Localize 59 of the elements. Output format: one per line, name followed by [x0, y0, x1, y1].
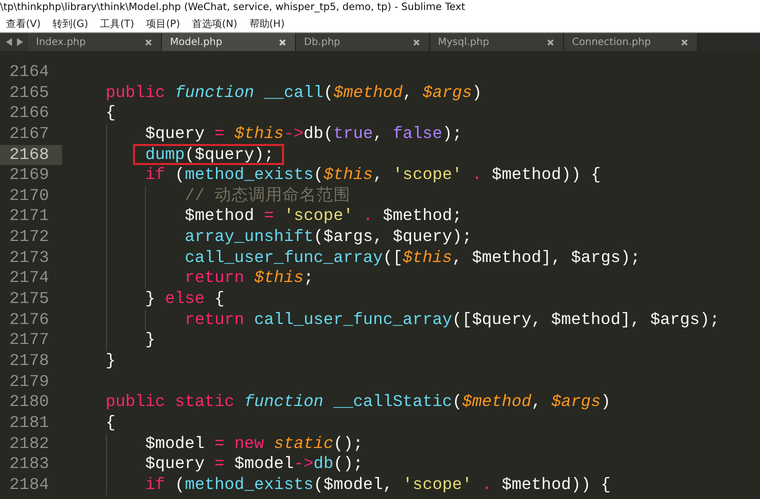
- line-number: 2164: [9, 62, 49, 81]
- code-line: {: [106, 412, 116, 432]
- tab[interactable]: Db.php: [296, 33, 430, 51]
- menu-item[interactable]: 转到(G): [52, 16, 88, 30]
- line-number: 2180: [9, 392, 49, 412]
- line-number: 2175: [9, 289, 49, 308]
- left-arrow-icon[interactable]: [6, 38, 12, 46]
- menu-item[interactable]: 帮助(H): [249, 16, 285, 30]
- line-number: 2165: [9, 82, 49, 102]
- line-number: 2183: [9, 454, 49, 474]
- code-line: return $this;: [184, 268, 314, 288]
- tab[interactable]: Model.php: [162, 33, 296, 51]
- window-title: \tp\thinkphp\library\think\Model.php (WeChat, service, whisper_tp5, demo, tp) - Sublime Text: [0, 2, 466, 13]
- code-line: return call_user_func_array([$query, $method], $args);: [184, 310, 720, 329]
- line-number: 2174: [9, 268, 49, 288]
- code-line: $query = $this->db(true, false);: [145, 124, 462, 143]
- tab[interactable]: Index.php: [28, 33, 162, 51]
- right-arrow-icon[interactable]: [16, 38, 22, 46]
- close-icon[interactable]: [681, 38, 688, 46]
- line-number: 2177: [9, 330, 49, 350]
- code-line: call_user_func_array([$this, $method], $args);: [184, 248, 640, 267]
- code-line: if (method_exists($model, 'scope' . $method)) {: [145, 474, 611, 494]
- close-icon[interactable]: [279, 38, 286, 46]
- line-number: 2166: [9, 103, 49, 122]
- menu-item[interactable]: 项目(P): [146, 16, 180, 30]
- code-line: $model = new static();: [145, 434, 364, 453]
- line-number: 2173: [9, 248, 49, 267]
- line-number: 2168: [9, 144, 49, 164]
- close-icon[interactable]: [547, 38, 554, 46]
- tab[interactable]: Connection.php: [564, 33, 698, 51]
- line-number: 2167: [9, 124, 49, 143]
- code-line: }: [106, 350, 116, 370]
- menu-item[interactable]: 查看(V): [6, 16, 41, 30]
- menu-item[interactable]: 首选项(N): [192, 16, 238, 30]
- code-line: dump($query);: [145, 144, 274, 164]
- tab[interactable]: Mysql.php: [430, 33, 564, 51]
- code-line: // 动态调用命名范围: [184, 186, 351, 205]
- code-line: public static function __callStatic($method, $args): [106, 392, 611, 412]
- line-number: 2179: [9, 372, 49, 391]
- line-number: 2170: [9, 186, 49, 205]
- line-number: 2172: [9, 227, 49, 246]
- line-number: 2176: [9, 310, 49, 329]
- line-number: 2182: [9, 434, 49, 453]
- code-line: $method = 'scope' . $method;: [184, 206, 462, 226]
- line-number: 2171: [9, 206, 49, 226]
- code-line: array_unshift($args, $query);: [184, 227, 472, 246]
- code-line: }: [145, 330, 156, 350]
- close-icon[interactable]: [145, 38, 152, 46]
- code-line: $query = $model->db();: [145, 454, 364, 474]
- code-line: } else {: [145, 289, 224, 308]
- code-line: {: [106, 103, 116, 122]
- line-number: 2181: [9, 412, 49, 432]
- close-icon[interactable]: [413, 38, 420, 46]
- menu-item[interactable]: 工具(T): [100, 16, 134, 30]
- line-number: 2178: [9, 350, 49, 370]
- code-line: public function __call($method, $args): [106, 82, 482, 102]
- line-number: 2184: [9, 474, 49, 494]
- code-line: if (method_exists($this, 'scope' . $method)) {: [145, 165, 601, 184]
- line-number: 2169: [9, 165, 49, 184]
